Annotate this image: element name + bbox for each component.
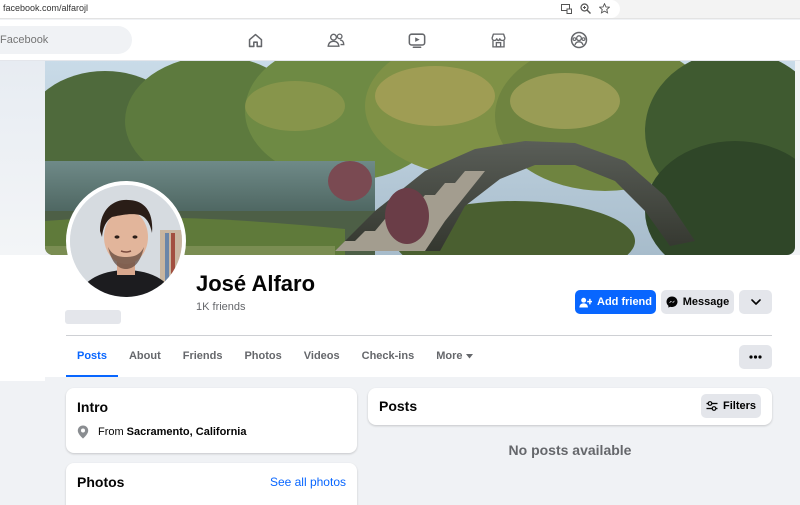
- location-pin-icon: [77, 425, 89, 439]
- tab-label: Friends: [182, 350, 223, 362]
- hometown-prefix: From: [98, 426, 124, 438]
- posts-header-card: Posts Filters: [368, 388, 772, 425]
- more-options-button[interactable]: [739, 345, 772, 369]
- tab-about[interactable]: About: [118, 336, 172, 377]
- message-button[interactable]: Message: [661, 290, 734, 314]
- tab-label: More: [436, 350, 463, 362]
- tab-friends[interactable]: Friends: [172, 336, 234, 377]
- groups-icon[interactable]: [569, 30, 589, 50]
- hometown-row: From Sacramento, California: [77, 425, 247, 439]
- chevron-down-icon: [750, 299, 761, 305]
- profile-picture[interactable]: [66, 181, 186, 301]
- tab-posts[interactable]: Posts: [66, 336, 118, 377]
- tab-photos[interactable]: Photos: [233, 336, 292, 377]
- filters-button[interactable]: Filters: [701, 394, 761, 418]
- profile-tabs: Posts About Friends Photos Videos Check-…: [66, 336, 484, 377]
- add-friend-icon: [579, 297, 592, 308]
- tab-label: Videos: [303, 350, 340, 362]
- tab-videos[interactable]: Videos: [293, 336, 351, 377]
- add-friend-label: Add friend: [597, 296, 652, 308]
- watch-icon[interactable]: [407, 30, 427, 50]
- posts-title: Posts: [379, 398, 418, 414]
- tab-label: Posts: [77, 350, 107, 362]
- intro-title: Intro: [77, 399, 109, 415]
- home-icon[interactable]: [245, 30, 265, 50]
- filter-sliders-icon: [706, 401, 718, 411]
- no-posts-message: No posts available: [508, 442, 632, 458]
- hometown-link[interactable]: Sacramento, California: [127, 426, 247, 438]
- intro-card: Intro From Sacramento, California: [66, 388, 357, 453]
- url-field[interactable]: facebook.com/alfarojl: [0, 0, 620, 18]
- screen-share-icon[interactable]: [560, 2, 572, 15]
- add-friend-button[interactable]: Add friend: [575, 290, 656, 314]
- tab-label: Check-ins: [361, 350, 415, 362]
- profile-options-dropdown-button[interactable]: [739, 290, 772, 314]
- see-all-photos-link[interactable]: See all photos: [270, 475, 346, 489]
- friends-icon[interactable]: [326, 30, 346, 50]
- browser-address-bar: facebook.com/alfarojl: [0, 0, 800, 19]
- profile-picture-placeholder: [65, 310, 121, 324]
- top-navigation-bar: [0, 20, 800, 61]
- zoom-icon[interactable]: [579, 2, 591, 15]
- bookmark-star-icon[interactable]: [598, 2, 610, 15]
- tab-check-ins[interactable]: Check-ins: [351, 336, 426, 377]
- filters-label: Filters: [722, 400, 756, 412]
- photos-title: Photos: [77, 474, 125, 490]
- search-input[interactable]: [0, 26, 132, 54]
- friends-count[interactable]: 1K friends: [196, 301, 246, 313]
- ellipsis-icon: [749, 355, 762, 359]
- caret-down-icon: [466, 354, 474, 359]
- profile-name: José Alfaro: [196, 271, 316, 296]
- address-bar-icons: [560, 2, 610, 15]
- main-nav-icons: [245, 30, 650, 50]
- messenger-icon: [666, 296, 678, 308]
- tab-more[interactable]: More: [425, 336, 484, 377]
- message-label: Message: [682, 296, 730, 308]
- photos-card: Photos See all photos: [66, 463, 357, 505]
- tab-label: About: [128, 350, 161, 362]
- tab-label: Photos: [244, 350, 282, 362]
- marketplace-icon[interactable]: [488, 30, 508, 50]
